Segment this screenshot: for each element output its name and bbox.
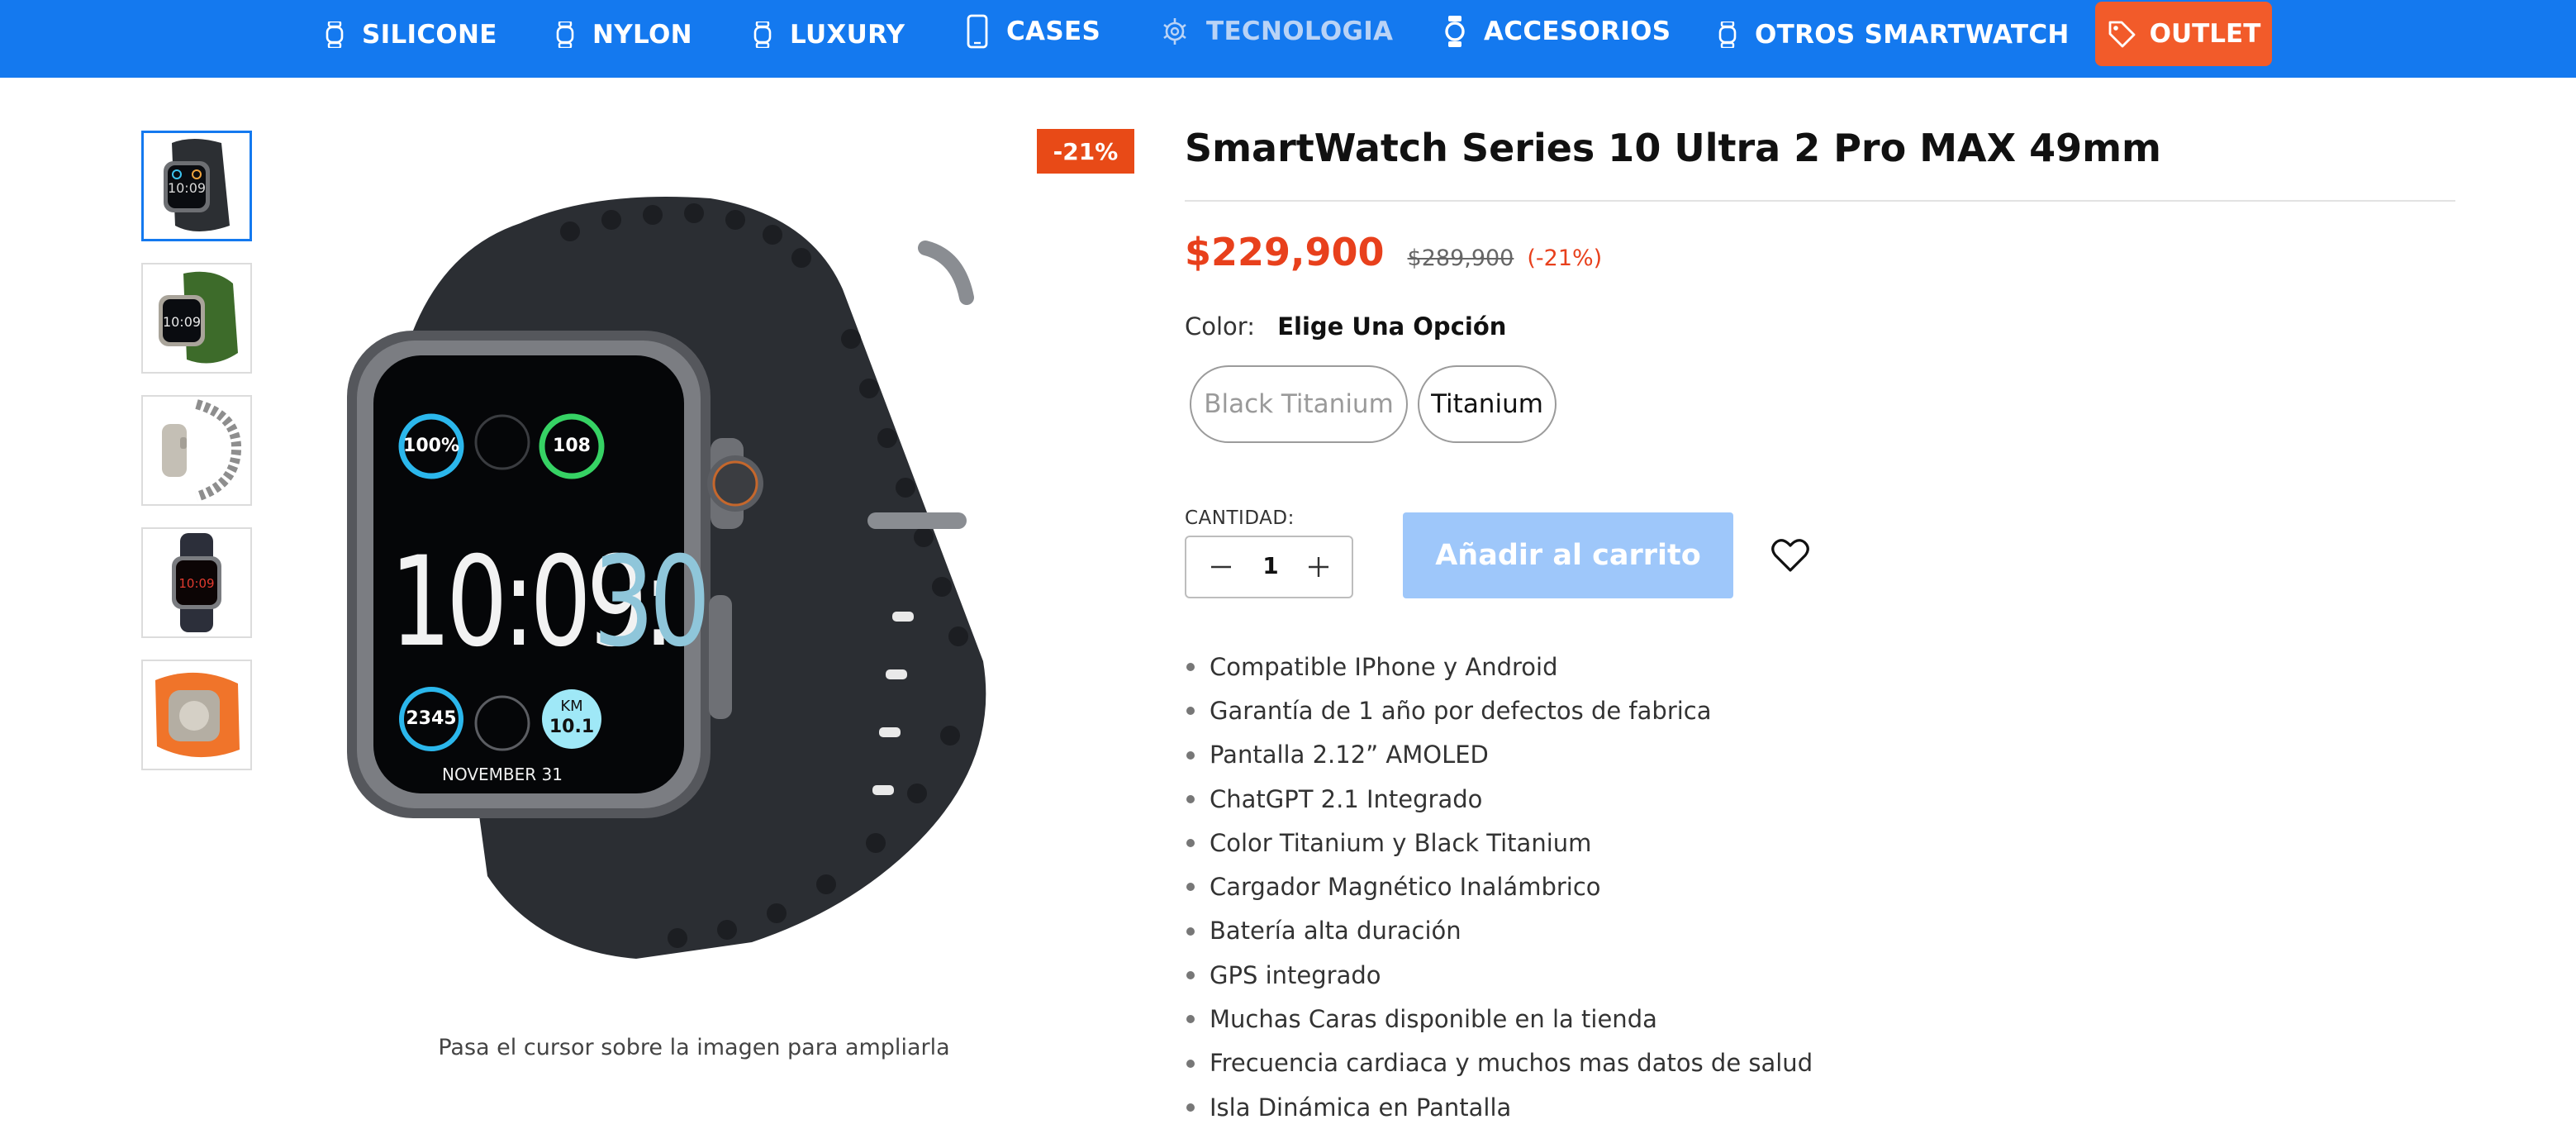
add-to-cart-button[interactable]: Añadir al carrito <box>1403 512 1733 598</box>
watch-icon <box>1444 16 1466 47</box>
gear-icon <box>1162 17 1188 46</box>
price-discount: (-21%) <box>1527 245 1603 271</box>
price-row: $229,900 $289,900 (-21%) <box>1185 230 1602 274</box>
nav-item-accesorios[interactable]: ACCESORIOS <box>1444 0 1671 66</box>
color-selector-label: Color: Elige Una Opción <box>1185 312 1506 341</box>
nav-item-otros-smartwatch[interactable]: OTROS SMARTWATCH <box>1718 0 2070 69</box>
feature-item: Frecuencia cardiaca y muchos mas datos d… <box>1185 1041 1813 1085</box>
gallery-thumbnail-4[interactable]: 10:09 <box>141 527 252 638</box>
nav-item-luxury[interactable]: LUXURY <box>753 0 905 69</box>
watch-icon <box>753 21 772 48</box>
discount-badge: -21% <box>1037 129 1134 174</box>
feature-item: ChatGPT 2.1 Integrado <box>1185 777 1813 821</box>
quantity-input[interactable]: 1 <box>1252 552 1289 579</box>
tag-icon <box>2107 19 2136 49</box>
price-original: $289,900 <box>1407 245 1514 271</box>
watch-thumbnail-image <box>162 399 242 502</box>
feature-item: Muchas Caras disponible en la tienda <box>1185 997 1813 1041</box>
feature-item: Garantía de 1 año por defectos de fabric… <box>1185 688 1813 732</box>
nav-item-nylon[interactable]: NYLON <box>556 0 692 69</box>
gallery-thumbnail-3[interactable] <box>141 395 252 506</box>
face-steps: 2345 <box>406 708 456 729</box>
face-date: NOVEMBER 31 <box>442 765 563 784</box>
nav-outlet-label: OUTLET <box>2149 19 2261 49</box>
wishlist-button[interactable] <box>1770 536 1811 575</box>
quantity-increase-button[interactable] <box>1300 549 1337 585</box>
nav-label: NYLON <box>592 20 692 50</box>
color-prompt: Elige Una Opción <box>1277 312 1507 341</box>
color-label: Color: <box>1185 312 1255 341</box>
feature-item: Cargador Magnético Inalámbrico <box>1185 865 1813 908</box>
nav-label: ACCESORIOS <box>1484 17 1671 46</box>
minus-icon <box>1211 565 1231 569</box>
gallery-thumbnail-2[interactable]: 10:09 <box>141 263 252 374</box>
nav-item-tecnologia[interactable]: TECNOLOGIA <box>1162 0 1393 66</box>
quantity-decrease-button[interactable] <box>1203 549 1239 585</box>
svg-text:10:09: 10:09 <box>168 180 206 196</box>
main-product-image[interactable]: 100% 108 10:09: 30 2345 KM 10.1 NOVEMBER… <box>322 165 1049 975</box>
svg-text:10:09: 10:09 <box>178 576 214 591</box>
watch-thumbnail-image: 10:09 <box>172 533 221 632</box>
zoom-hint: Pasa el cursor sobre la imagen para ampl… <box>438 1035 950 1060</box>
gallery-thumbnail-1[interactable]: 10:09 <box>141 131 252 241</box>
feature-item: Color Titanium y Black Titanium <box>1185 821 1813 865</box>
nav-item-silicone[interactable]: SILICONE <box>326 0 497 69</box>
heart-icon <box>1771 539 1809 572</box>
watch-thumbnail-image: 10:09 <box>164 139 230 231</box>
feature-item: Compatible IPhone y Android <box>1185 645 1813 688</box>
divider <box>1185 200 2455 202</box>
face-km-value: 10.1 <box>549 717 594 737</box>
face-seconds: 30 <box>593 530 706 674</box>
nav-label: SILICONE <box>362 20 497 50</box>
watch-icon <box>326 21 344 48</box>
watch-thumbnail-image: 10:09 <box>159 271 238 364</box>
feature-item: Isla Dinámica en Pantalla <box>1185 1085 1813 1129</box>
quantity-stepper: 1 <box>1185 536 1353 598</box>
gallery-thumbnail-5[interactable] <box>141 660 252 770</box>
color-option-titanium[interactable]: Titanium <box>1418 365 1557 443</box>
face-battery: 100% <box>403 436 459 456</box>
feature-item: Batería alta duración <box>1185 909 1813 953</box>
nav-label: OTROS SMARTWATCH <box>1755 20 2070 50</box>
nav-outlet-button[interactable]: OUTLET <box>2095 2 2272 66</box>
color-option-black-titanium[interactable]: Black Titanium <box>1190 365 1408 443</box>
watch-thumbnail-image <box>155 672 240 758</box>
top-nav: SILICONE NYLON LUXURY CASES TECNOLOGIA A… <box>0 0 2576 78</box>
plus-icon <box>1309 557 1328 577</box>
feature-list: Compatible IPhone y Android Garantía de … <box>1185 645 1813 1129</box>
face-heart-rate: 108 <box>553 436 591 456</box>
feature-item: GPS integrado <box>1185 953 1813 997</box>
phone-icon <box>967 14 988 49</box>
feature-item: Pantalla 2.12” AMOLED <box>1185 733 1813 777</box>
nav-item-cases[interactable]: CASES <box>967 0 1100 66</box>
nav-label: TECNOLOGIA <box>1206 17 1394 46</box>
face-km-label: KM <box>560 698 582 715</box>
price-current: $229,900 <box>1185 230 1385 274</box>
svg-text:10:09: 10:09 <box>163 314 201 330</box>
product-title: SmartWatch Series 10 Ultra 2 Pro MAX 49m… <box>1185 126 2161 170</box>
nav-label: LUXURY <box>790 20 905 50</box>
watch-icon <box>1718 21 1737 48</box>
quantity-label: CANTIDAD: <box>1185 507 1295 529</box>
nav-label: CASES <box>1006 17 1101 46</box>
watch-icon <box>556 21 574 48</box>
